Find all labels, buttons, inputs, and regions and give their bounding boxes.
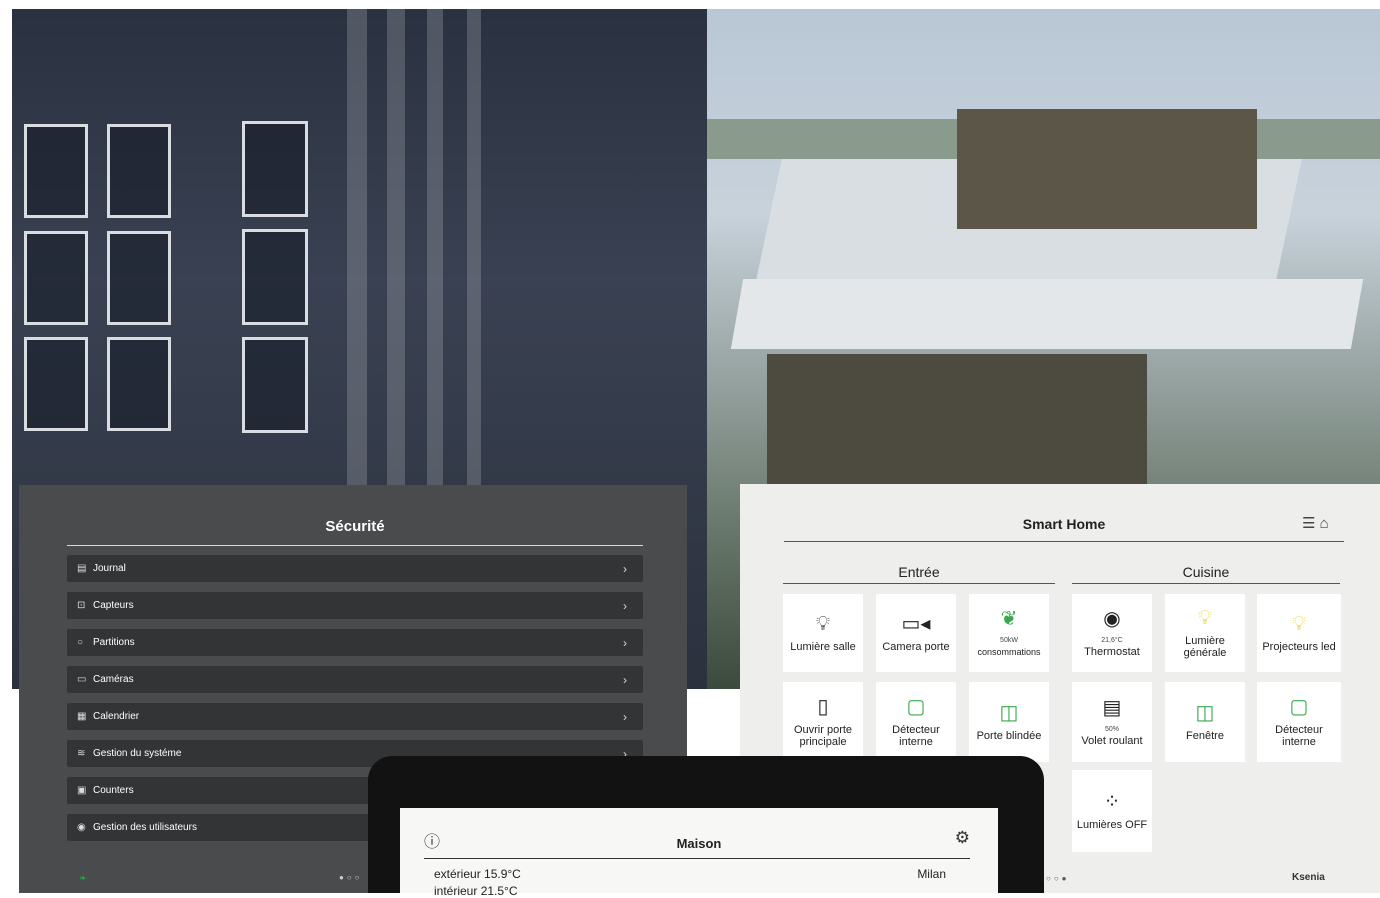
tablet-screen: ⓘ Maison ⚙︎ extérieur 15.9°C intérieur 2… — [400, 808, 998, 898]
tile-lumiere-salle[interactable]: 💡︎ Lumière salle — [783, 594, 863, 672]
lightbulb-icon: 💡︎ — [816, 613, 830, 635]
tile-label: Détecteur interne — [892, 724, 940, 748]
leaf-icon: ❦ — [1000, 608, 1018, 630]
chevron-right-icon: › — [623, 709, 627, 724]
smart-home-title: Smart Home — [1022, 516, 1106, 532]
security-title: Sécurité — [67, 518, 643, 546]
tile-label: Fenêtre — [1186, 730, 1224, 742]
tile-porte-blindee[interactable]: ◫ Porte blindée — [969, 682, 1049, 762]
tile-label: Thermostat — [1084, 646, 1140, 658]
door-icon: ▯ — [817, 696, 829, 718]
tile-detecteur-cuisine[interactable]: ▢ Détecteur interne — [1257, 682, 1341, 762]
lightbulb-icon: 💡︎ — [1292, 613, 1306, 635]
tile-label: Ouvrir porte principale — [793, 724, 853, 748]
camera-icon: ▭ — [77, 674, 87, 685]
title-divider — [784, 541, 1344, 542]
tile-value: 21,6°C — [1101, 637, 1123, 644]
tile-consommations[interactable]: ❦ 50kW consommations — [969, 594, 1049, 672]
section-title-entree: Entrée — [783, 564, 1055, 584]
security-item-label: Journal — [93, 563, 126, 574]
tile-value: 50kW — [1000, 637, 1018, 644]
security-item-label: Calendrier — [93, 711, 140, 722]
tile-value: 50% — [1104, 726, 1119, 733]
tablet-title: Maison — [676, 836, 722, 851]
shutter-icon: ▤ — [1102, 697, 1122, 719]
security-item-label: Caméras — [93, 674, 134, 685]
motion-sensor-icon: ▢ — [906, 696, 926, 718]
document-icon: ▤ — [77, 563, 87, 574]
motion-sensor-icon: ▢ — [1289, 696, 1309, 718]
circle-icon: ○ — [77, 637, 84, 648]
video-camera-icon: ▭◂ — [901, 613, 931, 635]
exterior-temperature: extérieur 15.9°C — [434, 867, 521, 881]
user-icon: ◉ — [77, 822, 86, 833]
security-item-partitions[interactable]: ○ Partitions › — [67, 629, 643, 656]
tile-label: Lumières OFF — [1076, 819, 1148, 831]
weather-city: Milan — [917, 867, 946, 881]
tile-projecteurs-led[interactable]: 💡︎ Projecteurs led — [1257, 594, 1341, 672]
tile-thermostat[interactable]: ◉ 21,6°C Thermostat — [1072, 594, 1152, 672]
gear-icon[interactable]: ⚙︎ — [955, 828, 970, 848]
tile-label: Porte blindée — [976, 730, 1042, 742]
lights-group-icon: ⁘ — [1103, 791, 1121, 813]
tile-volet-roulant[interactable]: ▤ 50% Volet roulant — [1072, 682, 1152, 762]
security-item-journal[interactable]: ▤ Journal › — [67, 555, 643, 582]
window-sensor-icon: ◫ — [1195, 702, 1215, 724]
tile-label: Camera porte — [882, 641, 950, 653]
tile-fenetre[interactable]: ◫ Fenêtre — [1165, 682, 1245, 762]
tile-lumieres-off[interactable]: ⁘ Lumières OFF — [1072, 770, 1152, 852]
security-item-label: Capteurs — [93, 600, 134, 611]
chevron-right-icon: › — [623, 561, 627, 576]
security-item-capteurs[interactable]: ⊡ Capteurs › — [67, 592, 643, 619]
calendar-icon: ▦ — [77, 711, 87, 722]
tile-ouvrir-porte[interactable]: ▯ Ouvrir porte principale — [783, 682, 863, 762]
tile-label: Lumière salle — [790, 641, 856, 653]
chevron-right-icon: › — [623, 672, 627, 687]
tile-detecteur-entree[interactable]: ▢ Détecteur interne — [876, 682, 956, 762]
chevron-right-icon: › — [623, 598, 627, 613]
counter-icon: ▣ — [77, 785, 87, 796]
tile-label: Détecteur interne — [1275, 724, 1323, 748]
tile-lumiere-generale[interactable]: 💡︎ Lumière générale — [1165, 594, 1245, 672]
thermostat-icon: ◉ — [1103, 608, 1121, 630]
menu-icon[interactable]: ☰ — [1302, 515, 1315, 532]
tile-label: consommations — [977, 647, 1041, 657]
security-item-cameras[interactable]: ▭ Caméras › — [67, 666, 643, 693]
tile-label: Projecteurs led — [1262, 641, 1336, 653]
security-item-calendrier[interactable]: ▦ Calendrier › — [67, 703, 643, 730]
title-divider — [424, 858, 970, 859]
home-icon[interactable]: ⌂ — [1320, 515, 1329, 532]
pager-dots[interactable]: ●○○ — [339, 873, 363, 882]
lock-icon: ⊡ — [77, 600, 86, 611]
tile-label: Volet roulant — [1081, 735, 1143, 747]
leaf-icon: ❧ — [79, 873, 87, 883]
tile-camera-porte[interactable]: ▭◂ Camera porte — [876, 594, 956, 672]
pager-dots[interactable]: ○○● — [1046, 874, 1070, 883]
tile-label: Lumière générale — [1183, 635, 1227, 659]
brand-logo: Ksenia — [1292, 872, 1325, 883]
chevron-right-icon: › — [623, 635, 627, 650]
section-title-cuisine: Cuisine — [1072, 564, 1340, 584]
lightbulb-icon: 💡︎ — [1198, 607, 1212, 629]
security-item-label: Partitions — [93, 637, 135, 648]
wifi-icon: ≋ — [77, 748, 86, 759]
interior-temperature: intérieur 21.5°C — [434, 884, 518, 898]
door-sensor-icon: ◫ — [999, 702, 1019, 724]
